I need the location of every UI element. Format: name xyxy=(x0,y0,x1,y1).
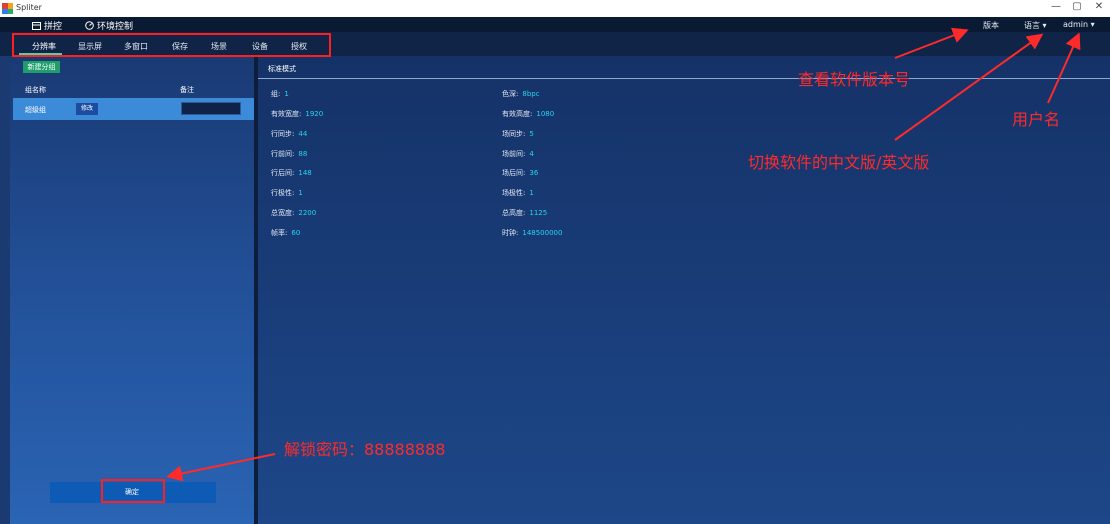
arrow-to-username xyxy=(1047,32,1081,104)
arrow-to-version xyxy=(894,27,969,59)
annotation-username: 用户名 xyxy=(1012,110,1061,129)
annotation-language: 切换软件的中文版/英文版 xyxy=(748,153,930,172)
annotation-arrows xyxy=(166,27,1081,482)
annotation-version: 查看软件版本号 xyxy=(798,70,911,89)
arrow-to-confirm xyxy=(166,453,276,482)
annotation-unlock-password: 解锁密码：88888888 xyxy=(284,440,446,459)
